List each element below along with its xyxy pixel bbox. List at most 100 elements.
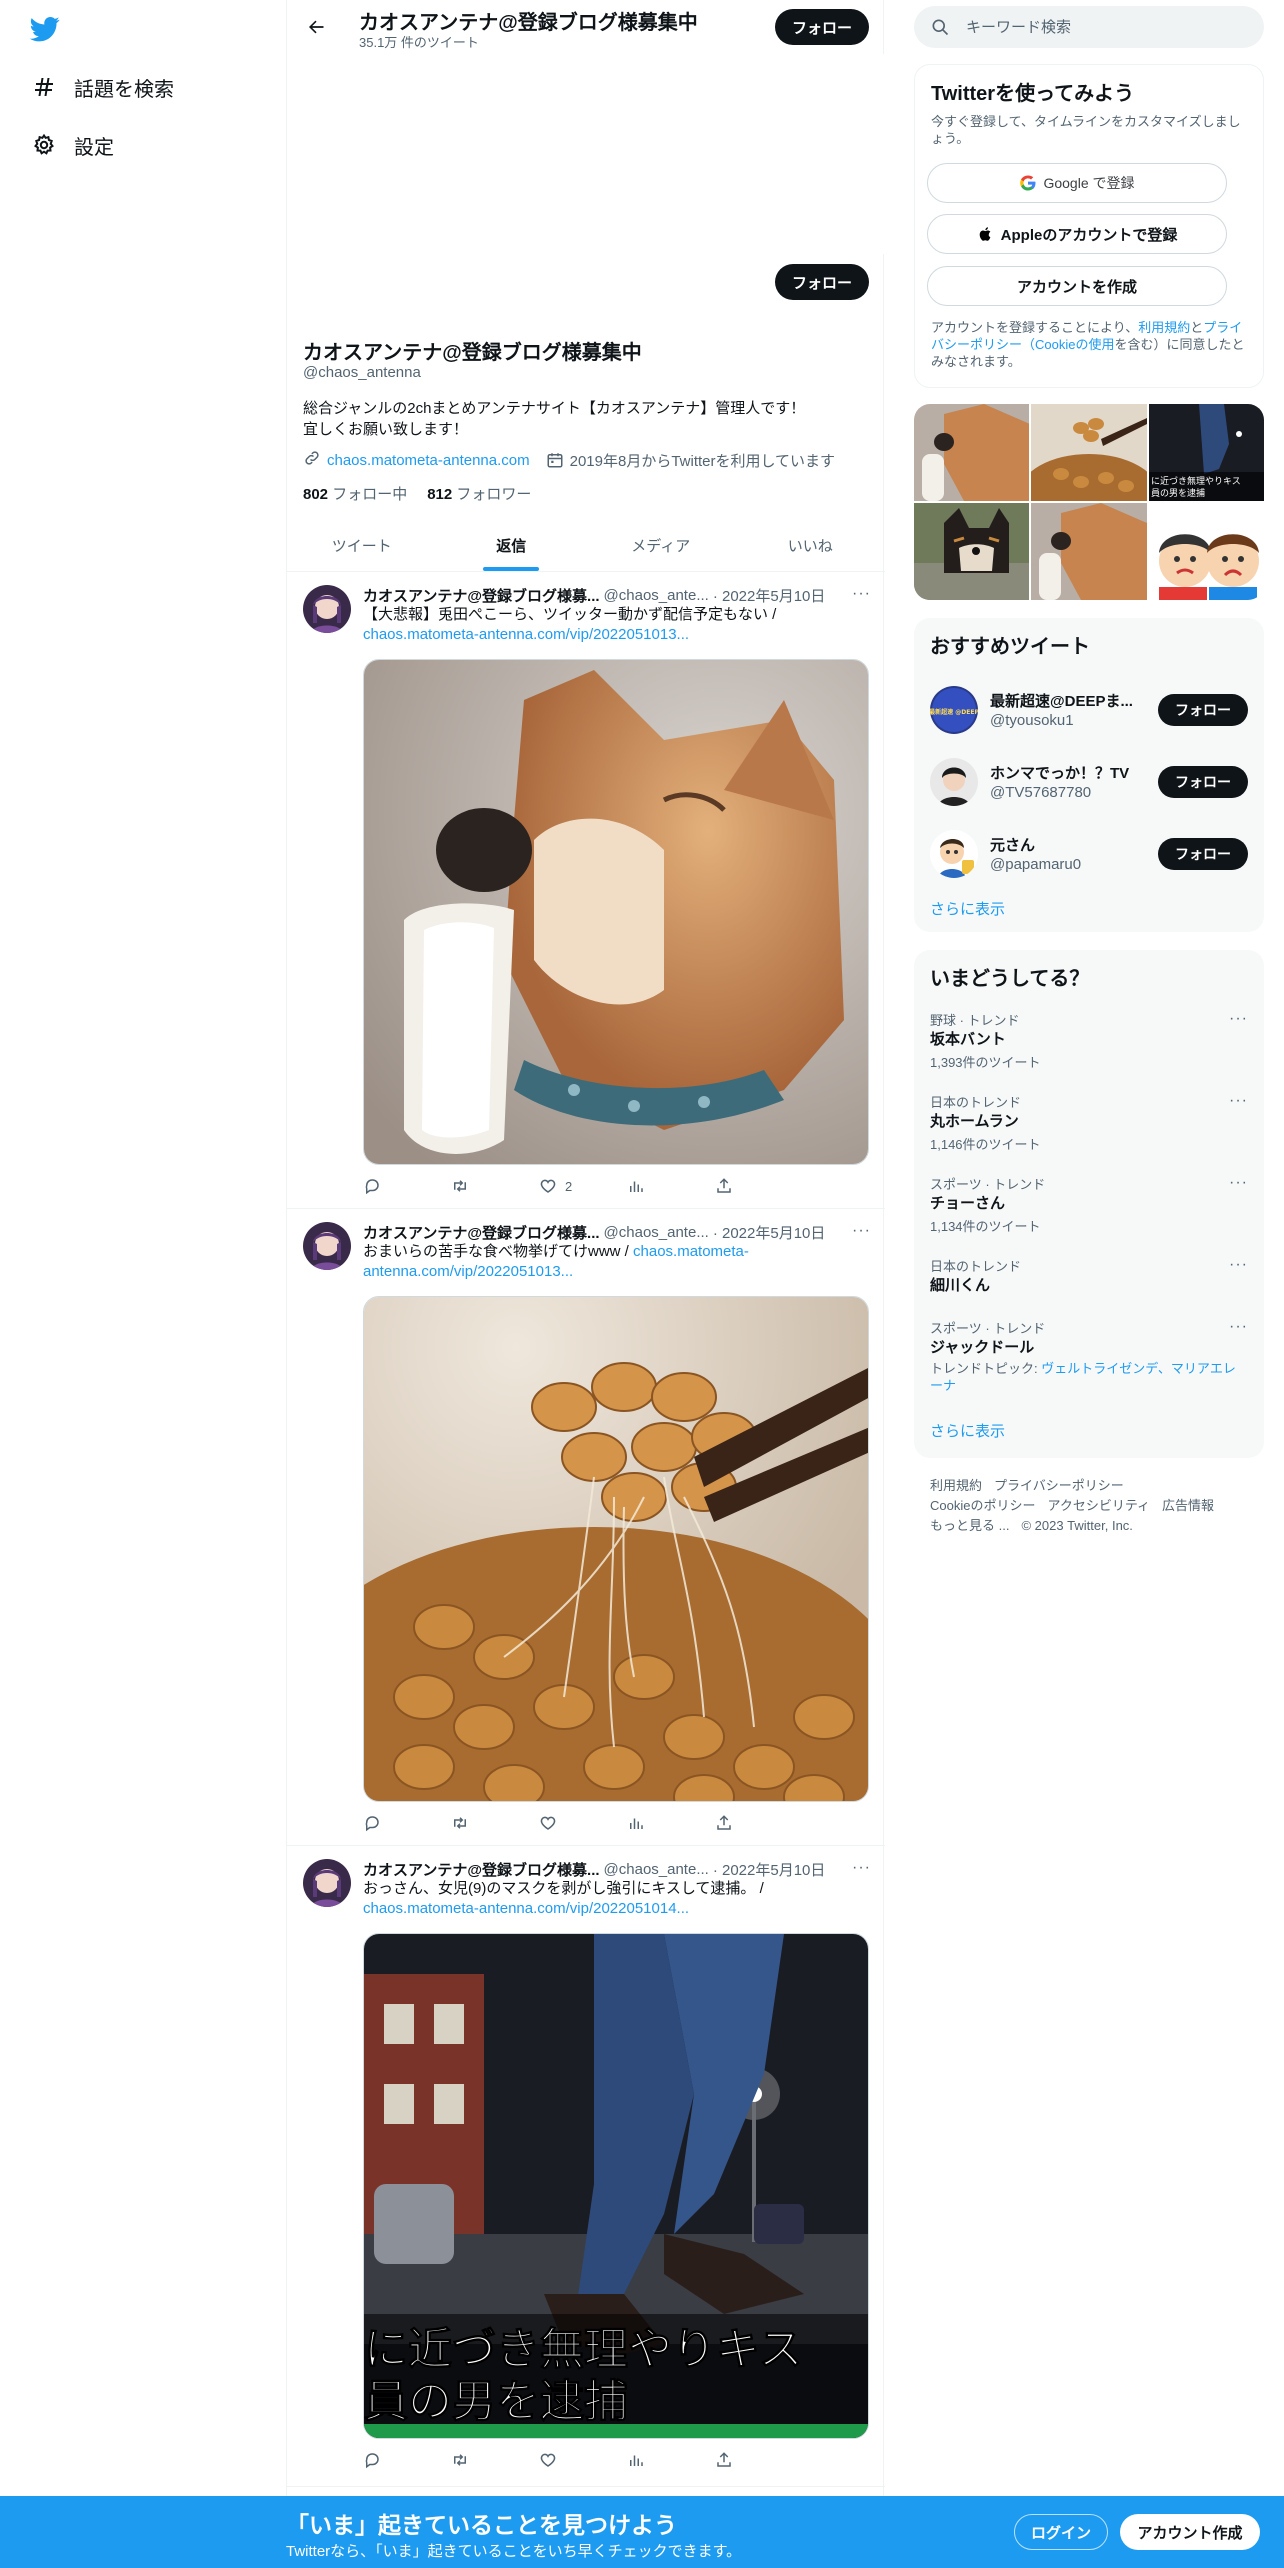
tweet-actions: 2 [363,1174,803,1198]
reply-button[interactable] [363,1811,451,1835]
create-account-button[interactable]: アカウント作成 [1120,2514,1260,2550]
follow-button[interactable]: フォロー [1158,766,1248,798]
avatar[interactable] [303,1222,351,1270]
profile-website-link[interactable]: chaos.matometa-antenna.com [327,452,530,469]
tweet-author-name[interactable]: カオスアンテナ@登録ブログ様募... [363,1859,600,1880]
twitter-bird-icon[interactable] [28,14,62,44]
search-bar[interactable] [914,6,1264,48]
followers-stat[interactable]: 812 フォロワー [427,483,531,504]
tweet-link[interactable]: chaos.matometa-antenna.com/vip/202205101… [363,1900,689,1917]
trend-item[interactable]: スポーツ · トレンド ジャックドール トレンドトピック: ヴェルトライゼンデ、… [914,1318,1264,1398]
trend-item[interactable]: 日本のトレンド 細川くん ··· [914,1256,1264,1300]
reply-button[interactable] [363,1174,451,1198]
more-icon[interactable]: ··· [1229,1010,1248,1028]
footer-privacy-link[interactable]: プライバシーポリシー [994,1478,1124,1493]
media-thumbnail[interactable] [1148,503,1264,600]
tweet-link[interactable]: chaos.matometa-antenna.com/vip/202205101… [363,626,689,643]
follow-button[interactable]: フォロー [1158,838,1248,870]
recommended-user[interactable]: 最新超速 @DEEP 最新超速@DEEPま... @tyousoku1 フォロー [914,674,1264,746]
tweet-actions [363,1811,803,1835]
tweet-image[interactable] [363,659,869,1165]
analytics-button[interactable] [627,1174,715,1198]
recommended-user[interactable]: 元さん @papamaru0 フォロー [914,818,1264,890]
more-icon[interactable]: ··· [852,1859,871,1877]
like-button[interactable] [539,1811,627,1835]
tweet[interactable]: カオスアンテナ@登録ブログ様募... @chaos_ante... · 2022… [287,573,885,1209]
thumbnail-overlay-text: 員の男を逮捕 [1151,487,1205,499]
more-icon[interactable]: ··· [852,1222,871,1240]
retweet-button[interactable] [451,1811,539,1835]
tab-likes[interactable]: いいね [736,519,886,571]
media-thumbnail[interactable] [1031,404,1147,501]
more-icon[interactable]: ··· [1229,1174,1248,1192]
avatar[interactable]: 最新超速 @DEEP [930,686,978,734]
create-account-button[interactable]: アカウントを作成 [927,266,1227,306]
terms-link[interactable]: 利用規約 [1138,320,1190,335]
avatar[interactable] [303,1859,351,1907]
media-thumbnail[interactable]: に近づき無理やりキス 員の男を逮捕 [1148,404,1264,501]
trend-item[interactable]: 日本のトレンド 丸ホームラン 1,146件のツイート ··· [914,1092,1264,1156]
reply-button[interactable] [363,2448,451,2472]
search-input[interactable] [966,18,1246,36]
share-icon [717,1815,731,1830]
show-more-recommended[interactable]: さらに表示 [930,898,1005,919]
analytics-button[interactable] [627,2448,715,2472]
like-button[interactable] [539,2448,627,2472]
nav-explore[interactable]: 話題を検索 [30,67,174,107]
login-button[interactable]: ログイン [1014,2514,1108,2550]
media-thumbnail[interactable] [914,404,1030,501]
footer-ads-link[interactable]: 広告情報 [1162,1498,1214,1513]
media-thumbnail[interactable] [914,503,1030,600]
tab-replies[interactable]: 返信 [437,519,587,571]
following-stat[interactable]: 802 フォロー中 [303,483,407,504]
share-button[interactable] [715,2448,803,2472]
show-more-trends[interactable]: さらに表示 [930,1420,1005,1441]
avatar[interactable] [303,585,351,633]
footer-cookie-link[interactable]: Cookieのポリシー [930,1498,1035,1513]
tweet[interactable]: カオスアンテナ@登録ブログ様募... @chaos_ante... · 2022… [287,1847,885,2487]
footer-links: 利用規約 プライバシーポリシー Cookieのポリシー アクセシビリティ 広告情報 も… [930,1476,1250,1536]
footer-more-link[interactable]: もっと見る ... [930,1518,1009,1533]
like-button[interactable]: 2 [539,1174,627,1198]
share-button[interactable] [715,1174,803,1198]
tweet-date[interactable]: · 2022年5月10日 [713,1222,826,1243]
trend-item[interactable]: 野球 · トレンド 坂本バント 1,393件のツイート ··· [914,1010,1264,1074]
google-signup-button[interactable]: Google で登録 [927,163,1227,203]
tab-tweets[interactable]: ツイート [287,519,437,571]
trend-item[interactable]: スポーツ · トレンド チョーさん 1,134件のツイート ··· [914,1174,1264,1238]
tab-media[interactable]: メディア [586,519,736,571]
avatar[interactable] [930,758,978,806]
footer-accessibility-link[interactable]: アクセシビリティ [1047,1498,1150,1513]
more-icon[interactable]: ··· [1229,1318,1248,1336]
more-icon[interactable]: ··· [1229,1256,1248,1274]
retweet-button[interactable] [451,1174,539,1198]
cookie-link[interactable]: Cookieの使用 [1035,337,1114,352]
trend-topic-link[interactable]: ヴェルトライゼンデ [1041,1361,1158,1376]
media-thumbnail[interactable] [1031,503,1147,600]
tweet-author-name[interactable]: カオスアンテナ@登録ブログ様募... [363,1222,600,1243]
tweet-date[interactable]: · 2022年5月10日 [713,585,826,606]
retweet-button[interactable] [451,2448,539,2472]
recommended-user[interactable]: ホンマでっか！？TV @TV57687780 フォロー [914,746,1264,818]
tweet-image[interactable]: に近づき無理やりキス 員の男を逮捕 [363,1933,869,2439]
more-icon[interactable]: ··· [1229,1092,1248,1110]
header-follow-button[interactable]: フォロー [775,9,869,45]
tweet-text: おっさん、女児(9)のマスクを剥がし強引にキスして逮捕。 / chaos.mat… [363,1879,863,1919]
tweet-date[interactable]: · 2022年5月10日 [713,1859,826,1880]
follow-button[interactable]: フォロー [1158,694,1248,726]
share-button[interactable] [715,1811,803,1835]
left-navigation: 話題を検索 設定 [0,0,286,2568]
more-icon[interactable]: ··· [852,585,871,603]
apple-signup-button[interactable]: Appleのアカウントで登録 [927,214,1227,254]
nav-settings[interactable]: 設定 [30,125,114,165]
retweet-icon [454,1817,466,1829]
tweet-author-name[interactable]: カオスアンテナ@登録ブログ様募... [363,585,600,606]
profile-follow-button[interactable]: フォロー [775,264,869,300]
footer-terms-link[interactable]: 利用規約 [930,1478,982,1493]
tweet[interactable]: カオスアンテナ@登録ブログ様募... @chaos_ante... · 2022… [287,1210,885,1846]
back-arrow-icon[interactable] [303,14,329,40]
tweet-image[interactable] [363,1296,869,1802]
avatar[interactable] [930,830,978,878]
analytics-button[interactable] [627,1811,715,1835]
image-overlay-text: 員の男を逮捕 [364,2376,628,2427]
